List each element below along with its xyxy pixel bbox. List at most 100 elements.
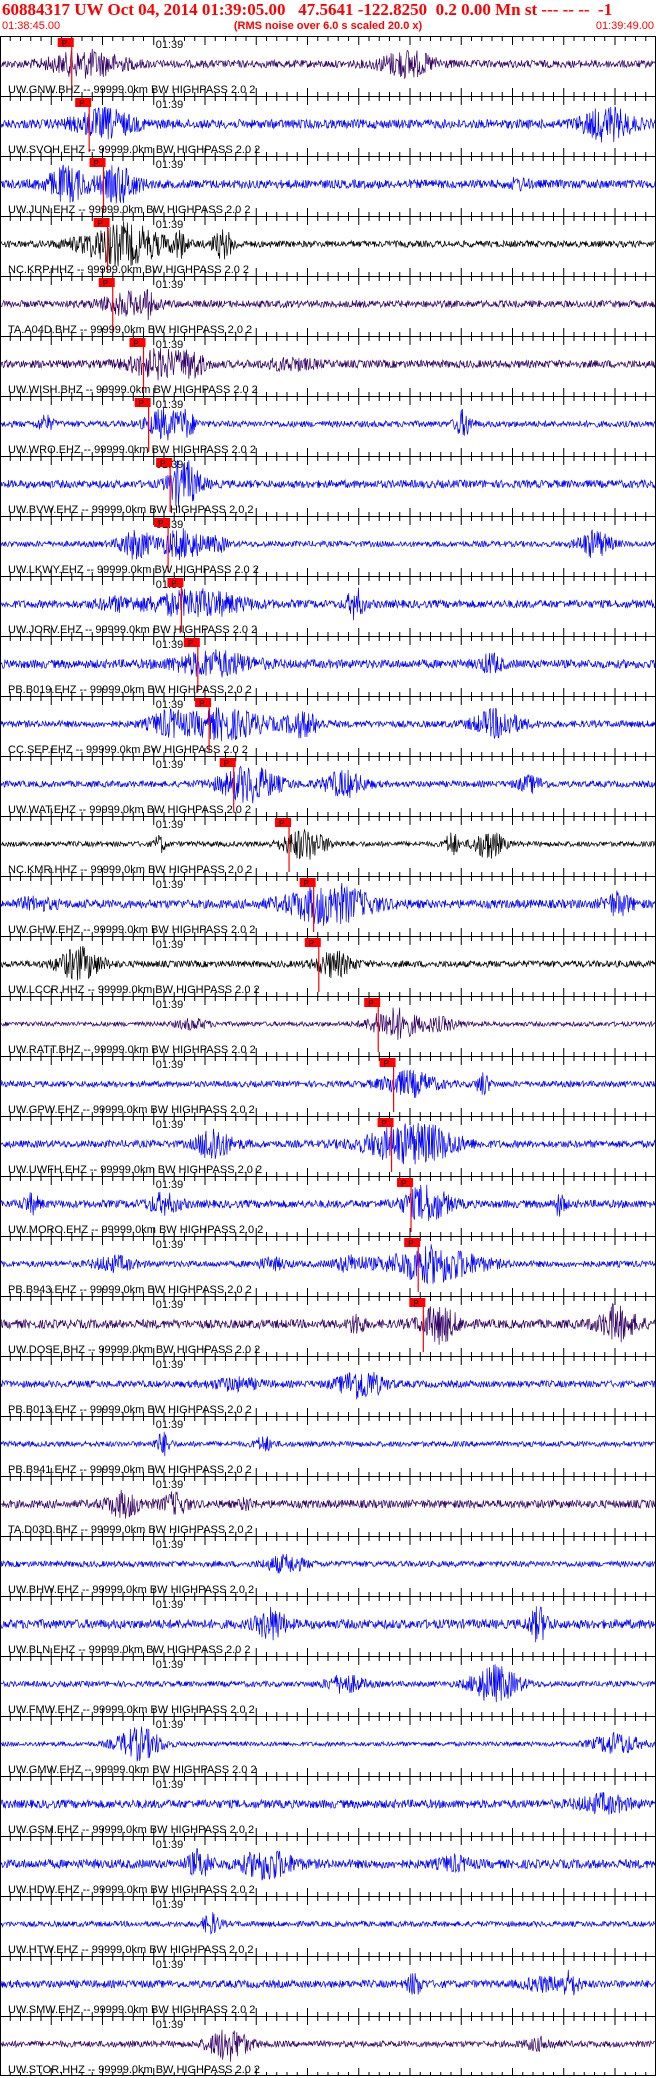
trace-29: 01:39 UW.GMW.EHZ -- 99999.0km BW HIGHPASS… [0, 1716, 656, 1776]
minute-tick-label: 01:39 [156, 1779, 184, 1791]
waveform [0, 1489, 656, 1519]
minute-tick-label: 01:39 [156, 759, 184, 771]
minute-tick-label: 01:39 [156, 159, 184, 171]
waveform [0, 459, 656, 508]
minute-tick-label: 01:39 [156, 1119, 184, 1131]
waveform [0, 1371, 656, 1400]
trace-30: 01:39 UW.GSM.EHZ -- 99999.0km BW HIGHPASS… [0, 1776, 656, 1836]
station-label: PB.B943.EHZ -- 99999.0km BW HIGHPASS 2.0… [8, 1284, 252, 1296]
minute-tick-label: 01:39 [156, 1659, 184, 1671]
pick-label: P [368, 999, 373, 1008]
station-label: UW.JORV.EHZ -- 99999.0km BW HIGHPASS 2.0… [8, 624, 257, 636]
trace-4: 01:39 P NC.KRP.HHZ -- 99999.0km BW HIGHPAS… [0, 216, 656, 276]
waveform [0, 587, 656, 621]
minute-tick-label: 01:39 [156, 999, 184, 1011]
trace-18: 01:39 P UW.GPW.EHZ -- 99999.0km BW HIGHPAS… [0, 1056, 656, 1116]
pick-label: P [188, 639, 193, 648]
minute-tick-label: 01:39 [156, 1479, 184, 1491]
trace-5: 01:39 P TA.A04D.BHZ -- 99999.0km BW HIGHPA… [0, 276, 656, 336]
station-label: PB.B013.EHZ -- 99999.0km BW HIGHPASS 2.0… [8, 1404, 252, 1416]
minute-tick-label: 01:39 [156, 639, 184, 651]
station-label: UW.BVW.EHZ -- 99999.0km BW HIGHPASS 2.0 … [8, 504, 254, 516]
pick-label: P [199, 699, 204, 708]
station-label: UW.FMW.EHZ -- 99999.0km BW HIGHPASS 2.0 … [8, 1704, 255, 1716]
trace-32: 01:39 UW.HTW.EHZ -- 99999.0km BW HIGHPASS… [0, 1896, 656, 1956]
waveform [0, 1791, 656, 1815]
pick-label: P [309, 939, 314, 948]
minute-tick-label: 01:39 [156, 819, 184, 831]
waveform [0, 1007, 656, 1040]
trace-11: 01:39 P PB.B019.EHZ -- 99999.0km BW HIGHPA… [0, 636, 656, 696]
waveform [0, 1726, 656, 1762]
station-label: UW.UWFH.EHZ -- 99999.0km BW HIGHPASS 2.0… [8, 1164, 262, 1176]
minute-tick-label: 01:39 [156, 279, 184, 291]
station-label: UW.RATT.BHZ -- 99999.0km BW HIGHPASS 2.0… [8, 1044, 256, 1056]
minute-tick-label: 01:39 [156, 1299, 184, 1311]
pick-label: P [171, 579, 176, 588]
waveform [0, 528, 656, 561]
minute-tick-label: 01:39 [156, 1359, 184, 1371]
seismogram-plot: 01:39 P UW.GNW.BHZ -- 99999.0km BW HIGHPAS… [0, 36, 656, 2076]
trace-12: 01:39 P CC.SEP.EHZ -- 99999.0km BW HIGHPAS… [0, 696, 656, 756]
trace-7: 01:39 P UW.WRO.EHZ -- 99999.0km BW HIGHPAS… [0, 396, 656, 456]
trace-33: 01:39 UW.SMW.EHZ -- 99999.0km BW HIGHPASS… [0, 1956, 656, 2016]
trace-15: 01:39 P UW.GHW.EHZ -- 99999.0km BW HIGHPAS… [0, 876, 656, 936]
minute-tick-label: 01:39 [156, 399, 184, 411]
waveform [0, 1184, 656, 1222]
waveform [0, 288, 656, 321]
trace-2: 01:39 P UW.SVOH.EHZ -- 99999.0km BW HIGHPA… [0, 96, 656, 156]
waveform [0, 2029, 656, 2062]
minute-tick-label: 01:39 [156, 1899, 184, 1911]
minute-tick-label: 01:39 [156, 1239, 184, 1251]
station-label: CC.SEP.EHZ -- 99999.0km BW HIGHPASS 2.0 … [8, 744, 248, 756]
station-label: UW.GPW.EHZ -- 99999.0km BW HIGHPASS 2.0 … [8, 1104, 255, 1116]
station-label: UW.GNW.BHZ -- 99999.0km BW HIGHPASS 2.0 … [8, 84, 255, 96]
station-label: UW.SMW.EHZ -- 99999.0km BW HIGHPASS 2.0 … [8, 2004, 255, 2016]
station-label: UW.WISH.BHZ -- 99999.0km BW HIGHPASS 2.0… [8, 384, 258, 396]
station-label: PB.B941.EHZ -- 99999.0km BW HIGHPASS 2.0… [8, 1464, 252, 1476]
waveform [0, 347, 656, 381]
waveform [0, 882, 656, 926]
trace-19: 01:39 P UW.UWFH.EHZ -- 99999.0km BW HIGHPA… [0, 1116, 656, 1176]
waveform [0, 707, 656, 742]
station-label: UW.HDW.EHZ -- 99999.0km BW HIGHPASS 2.0 … [8, 1884, 255, 1896]
trace-13: 01:39 P UW.WAT.EHZ -- 99999.0km BW HIGHPAS… [0, 756, 656, 816]
station-label: TA.D03D.BHZ -- 99999.0km BW HIGHPASS 2.0… [8, 1524, 253, 1536]
trace-14: 01:39 P NC.KMR.HHZ -- 99999.0km BW HIGHPAS… [0, 816, 656, 876]
waveform [0, 765, 656, 804]
pick-label: P [94, 159, 99, 168]
pick-label: P [408, 1239, 413, 1248]
trace-28: 01:39 UW.FMW.EHZ -- 99999.0km BW HIGHPASS… [0, 1656, 656, 1716]
station-label: UW.GSM.EHZ -- 99999.0km BW HIGHPASS 2.0 … [8, 1824, 254, 1836]
trace-23: 01:39 PB.B013.EHZ -- 99999.0km BW HIGHPAS… [0, 1356, 656, 1416]
minute-tick-label: 01:39 [156, 1059, 184, 1071]
station-label: UW.GMW.EHZ -- 99999.0km BW HIGHPASS 2.0 … [8, 1764, 257, 1776]
minute-tick-label: 01:39 [156, 2019, 184, 2031]
pick-label: P [158, 519, 163, 528]
station-label: UW.JUN.EHZ -- 99999.0km BW HIGHPASS 2.0 … [8, 204, 250, 216]
waveform [0, 1912, 656, 1935]
station-label: UW.MORO.EHZ -- 99999.0km BW HIGHPASS 2.0… [8, 1224, 263, 1236]
station-label: TA.A04D.BHZ -- 99999.0km BW HIGHPASS 2.0… [8, 324, 252, 336]
minute-tick-label: 01:39 [156, 1539, 184, 1551]
window-end-time: 01:39:49.00 [595, 20, 654, 32]
trace-26: 01:39 UW.BHW.EHZ -- 99999.0km BW HIGHPASS… [0, 1536, 656, 1596]
minute-tick-label: 01:39 [156, 1719, 184, 1731]
pick-label: P [224, 759, 229, 768]
waveform [0, 106, 656, 143]
station-label: PB.B019.EHZ -- 99999.0km BW HIGHPASS 2.0… [8, 684, 252, 696]
trace-8: 01:39PUW.BVW.EHZ -- 99999.0km BW HIGHPAS… [0, 456, 656, 516]
trace-9: 01:39PUW.LKWY.EHZ -- 99999.0km BW HIGHPA… [0, 516, 656, 576]
pick-label: P [134, 339, 139, 348]
waveform [0, 946, 656, 981]
trace-27: 01:39 UW.BLN.EHZ -- 99999.0km BW HIGHPASS… [0, 1596, 656, 1656]
station-label: UW.DOSE.BHZ -- 99999.0km BW HIGHPASS 2.0… [8, 1344, 260, 1356]
trace-17: 01:39 P UW.RATT.BHZ -- 99999.0km BW HIGHPA… [0, 996, 656, 1056]
minute-tick-label: 01:39 [156, 879, 184, 891]
minute-tick-label: 01:39 [156, 1179, 184, 1191]
station-label: NC.KMR.HHZ -- 99999.0km BW HIGHPASS 2.0 … [8, 864, 252, 876]
pick-label: P [160, 459, 165, 468]
waveform [0, 1069, 656, 1098]
pick-label: P [413, 1299, 418, 1308]
station-label: UW.GHW.EHZ -- 99999.0km BW HIGHPASS 2.0 … [8, 924, 255, 936]
